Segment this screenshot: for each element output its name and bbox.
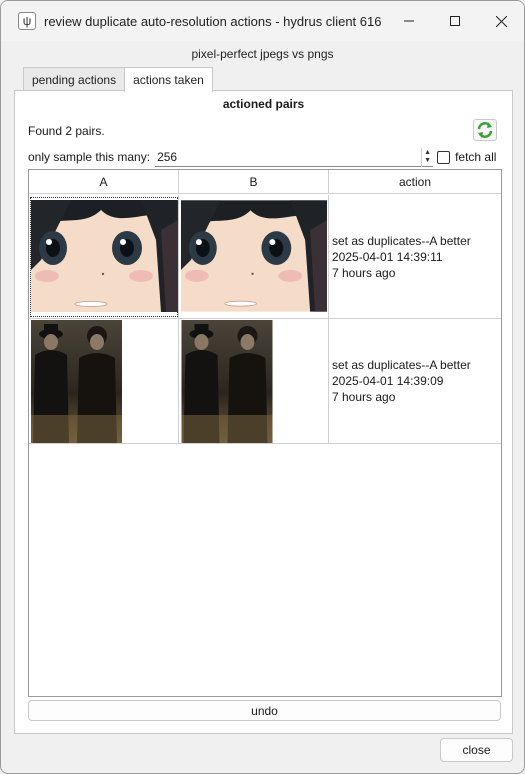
tab-pending-actions[interactable]: pending actions: [23, 67, 126, 91]
action-timestamp: 2025-04-01 14:39:09: [332, 374, 444, 388]
close-icon: [495, 15, 507, 27]
action-cell[interactable]: set as duplicates--A better 2025-04-01 1…: [329, 195, 501, 318]
column-header-action[interactable]: action: [329, 170, 501, 194]
table-row[interactable]: set as duplicates--A better 2025-04-01 1…: [29, 195, 501, 319]
window-title: review duplicate auto-resolution actions…: [44, 13, 382, 29]
panel-title: actioned pairs: [222, 97, 305, 111]
table-row[interactable]: set as duplicates--A better 2025-04-01 1…: [29, 319, 501, 444]
action-timestamp: 2025-04-01 14:39:11: [332, 249, 443, 264]
actions-taken-panel: actioned pairs Found 2 pairs. only sampl…: [14, 90, 513, 734]
column-header-b[interactable]: B: [179, 170, 329, 194]
thumbnail-cell-a[interactable]: [29, 195, 179, 318]
action-cell[interactable]: set as duplicates--A better 2025-04-01 1…: [329, 319, 501, 443]
fetch-all-label[interactable]: fetch all: [455, 150, 496, 164]
sample-count-value: 256: [157, 149, 178, 164]
anime-face-thumbnail: [181, 200, 327, 312]
close-button[interactable]: close: [440, 738, 513, 762]
action-details: set as duplicates--A better 2025-04-01 1…: [332, 233, 471, 281]
tab-actions-taken[interactable]: actions taken: [124, 67, 213, 92]
hydrus-app-icon: ψ: [18, 12, 36, 30]
rule-name-heading: pixel-perfect jpegs vs pngs: [191, 47, 334, 61]
maximize-icon: [450, 16, 460, 26]
anime-face-thumbnail: [31, 200, 178, 312]
spin-up-icon[interactable]: ▲: [424, 149, 431, 157]
action-details: set as duplicates--A better 2025-04-01 1…: [332, 357, 471, 405]
minimize-button[interactable]: [386, 1, 432, 41]
action-ago: 7 hours ago: [332, 390, 396, 404]
sample-row: only sample this many: 256 ▲ ▼ fetch all: [28, 147, 502, 167]
tab-bar: pending actions actions taken: [23, 67, 213, 92]
table-header: A B action: [29, 170, 501, 194]
close-window-button[interactable]: [478, 1, 524, 41]
action-ago: 7 hours ago: [332, 265, 396, 280]
action-type: set as duplicates--A better: [332, 233, 471, 248]
refresh-button[interactable]: [473, 119, 497, 141]
thumbnail-cell-b[interactable]: [179, 195, 329, 318]
sample-label: only sample this many:: [28, 150, 151, 164]
actioned-pairs-table[interactable]: A B action set as duplicates--A better 2…: [28, 169, 502, 697]
maximize-button[interactable]: [432, 1, 478, 41]
undo-button[interactable]: undo: [28, 700, 501, 721]
spin-arrows[interactable]: ▲ ▼: [421, 147, 433, 167]
dialog-window: ψ review duplicate auto-resolution actio…: [0, 0, 525, 774]
sample-count-spinbox[interactable]: 256 ▲ ▼: [155, 147, 434, 167]
window-controls: [386, 1, 524, 41]
spin-down-icon[interactable]: ▼: [424, 157, 431, 165]
minimize-icon: [404, 20, 414, 22]
title-bar[interactable]: ψ review duplicate auto-resolution actio…: [1, 1, 524, 41]
refresh-icon: [477, 122, 493, 138]
action-type: set as duplicates--A better: [332, 358, 471, 372]
column-header-a[interactable]: A: [29, 170, 179, 194]
two-men-photo-thumbnail: [181, 320, 273, 443]
thumbnail-cell-a[interactable]: [29, 319, 179, 443]
fetch-all-checkbox[interactable]: [437, 150, 451, 164]
two-men-photo-thumbnail: [31, 320, 122, 443]
found-pairs-text: Found 2 pairs.: [28, 124, 105, 138]
thumbnail-cell-b[interactable]: [179, 319, 329, 443]
